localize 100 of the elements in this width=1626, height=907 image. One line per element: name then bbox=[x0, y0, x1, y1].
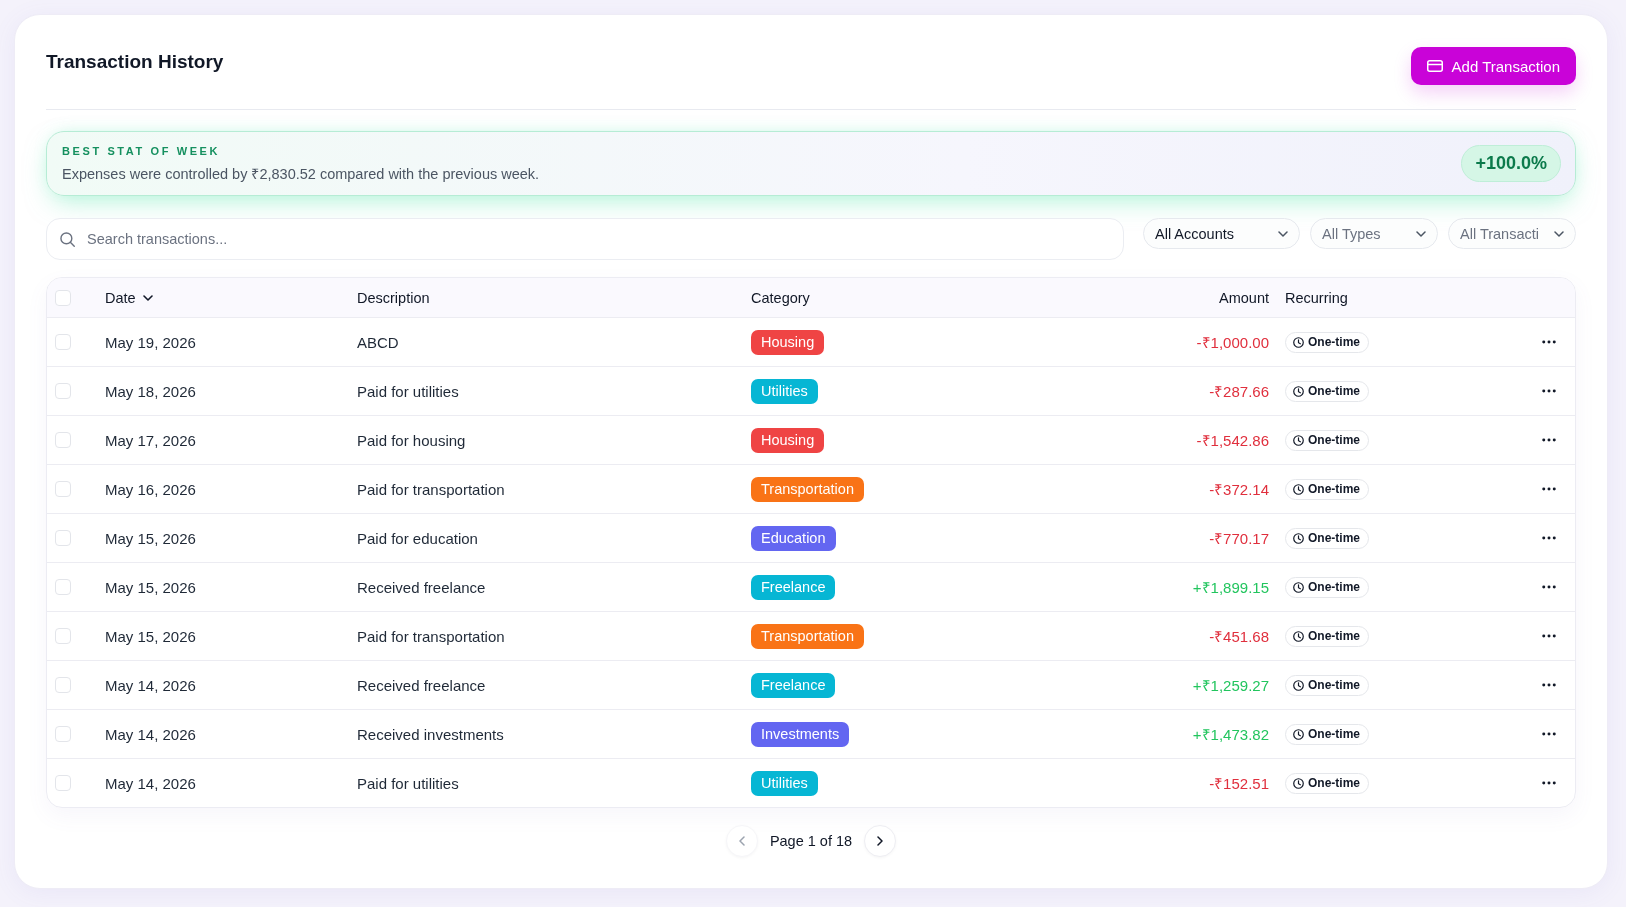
column-header[interactable]: Description bbox=[357, 289, 430, 306]
add-transaction-button[interactable]: Add Transaction bbox=[1410, 47, 1576, 85]
more-icon bbox=[1541, 634, 1556, 638]
more-icon bbox=[1541, 340, 1556, 344]
category-tag: Housing bbox=[751, 329, 825, 355]
date-text: May 14, 2026 bbox=[105, 774, 196, 792]
category-tag: Transportation bbox=[751, 623, 864, 649]
clock-icon bbox=[1293, 336, 1304, 348]
chevron-down-icon bbox=[1416, 230, 1426, 237]
description-text: Paid for housing bbox=[357, 431, 466, 449]
page-indicator: Page 1 of 18 bbox=[769, 833, 853, 849]
description-text: Paid for education bbox=[357, 529, 478, 547]
column-header[interactable]: Category bbox=[751, 289, 810, 306]
recurring-text: One-time bbox=[1308, 384, 1360, 398]
description-text: ABCD bbox=[357, 333, 399, 351]
next-page-button[interactable] bbox=[864, 825, 897, 857]
column-header[interactable]: Recurring bbox=[1285, 289, 1348, 306]
chevron-right-icon bbox=[877, 836, 884, 846]
amount-text: -₹770.17 bbox=[1209, 529, 1269, 548]
date-text: May 18, 2026 bbox=[105, 382, 196, 400]
description-text: Paid for utilities bbox=[357, 774, 459, 792]
amount-text: -₹1,000.00 bbox=[1196, 333, 1269, 352]
description-text: Paid for utilities bbox=[357, 382, 459, 400]
change-badge: +100.0% bbox=[1461, 145, 1561, 182]
more-icon bbox=[1541, 585, 1556, 589]
date-text: May 14, 2026 bbox=[105, 725, 196, 743]
clock-icon bbox=[1293, 532, 1304, 544]
clock-icon bbox=[1293, 434, 1304, 446]
row-checkbox[interactable] bbox=[55, 579, 71, 595]
amount-text: +₹1,899.15 bbox=[1192, 578, 1269, 597]
description-text: Paid for transportation bbox=[357, 627, 505, 645]
clock-icon bbox=[1293, 679, 1304, 691]
amount-text: -₹287.66 bbox=[1209, 382, 1269, 401]
amount-text: -₹152.51 bbox=[1209, 774, 1269, 793]
category-tag: Housing bbox=[751, 427, 825, 453]
row-checkbox[interactable] bbox=[55, 383, 71, 399]
column-header[interactable]: Amount bbox=[1219, 289, 1269, 306]
stat-label: BEST STAT OF WEEK bbox=[62, 144, 222, 158]
date-text: May 14, 2026 bbox=[105, 676, 196, 694]
amount-text: -₹451.68 bbox=[1209, 627, 1269, 646]
recurring-text: One-time bbox=[1308, 727, 1360, 741]
page-title: Transaction History bbox=[46, 50, 224, 74]
search-icon bbox=[60, 232, 75, 247]
chevron-down-icon bbox=[1554, 230, 1564, 237]
stat-message: Expenses were controlled by ₹2,830.52 compared with the previous week. bbox=[62, 164, 540, 183]
row-checkbox[interactable] bbox=[55, 677, 71, 693]
search-field[interactable]: Search transactions... bbox=[46, 218, 1124, 260]
date-text: May 15, 2026 bbox=[105, 627, 196, 645]
recurring-text: One-time bbox=[1308, 776, 1360, 790]
more-icon bbox=[1541, 487, 1556, 491]
recurring-text: One-time bbox=[1308, 482, 1360, 496]
amount-text: +₹1,259.27 bbox=[1192, 676, 1269, 695]
recurring-text: One-time bbox=[1308, 433, 1360, 447]
clock-icon bbox=[1293, 728, 1304, 740]
row-checkbox[interactable] bbox=[55, 775, 71, 791]
recurring-text: One-time bbox=[1308, 335, 1360, 349]
date-text: May 17, 2026 bbox=[105, 431, 196, 449]
recurring-text: One-time bbox=[1308, 629, 1360, 643]
row-checkbox[interactable] bbox=[55, 334, 71, 350]
date-text: May 16, 2026 bbox=[105, 480, 196, 498]
filter-dropdown[interactable]: All Transacti bbox=[1448, 218, 1576, 249]
amount-text: +₹1,473.82 bbox=[1192, 725, 1269, 744]
amount-text: -₹1,542.86 bbox=[1196, 431, 1269, 450]
more-icon bbox=[1541, 683, 1556, 687]
clock-icon bbox=[1293, 385, 1304, 397]
recurring-text: One-time bbox=[1308, 580, 1360, 594]
filter-dropdown[interactable]: All Accounts bbox=[1143, 218, 1300, 249]
card-icon bbox=[1426, 60, 1443, 72]
description-text: Received freelance bbox=[357, 578, 486, 596]
row-checkbox[interactable] bbox=[55, 726, 71, 742]
category-tag: Education bbox=[751, 525, 836, 551]
more-icon bbox=[1541, 389, 1556, 393]
row-checkbox[interactable] bbox=[55, 628, 71, 644]
recurring-text: One-time bbox=[1308, 531, 1360, 545]
description-text: Paid for transportation bbox=[357, 480, 505, 498]
more-icon bbox=[1541, 438, 1556, 442]
category-tag: Transportation bbox=[751, 476, 864, 502]
clock-icon bbox=[1293, 777, 1304, 789]
amount-text: -₹372.14 bbox=[1209, 480, 1269, 499]
chevron-down-icon bbox=[1278, 230, 1288, 237]
category-tag: Freelance bbox=[751, 672, 836, 698]
date-text: May 15, 2026 bbox=[105, 578, 196, 596]
clock-icon bbox=[1293, 630, 1304, 642]
more-icon bbox=[1541, 732, 1556, 736]
chevron-left-icon bbox=[738, 836, 745, 846]
row-checkbox[interactable] bbox=[55, 481, 71, 497]
filter-dropdown[interactable]: All Types bbox=[1310, 218, 1438, 249]
category-tag: Investments bbox=[751, 721, 850, 747]
row-checkbox[interactable] bbox=[55, 530, 71, 546]
category-tag: Utilities bbox=[751, 378, 818, 404]
more-icon bbox=[1541, 536, 1556, 540]
column-header[interactable]: Date bbox=[105, 289, 153, 306]
clock-icon bbox=[1293, 581, 1304, 593]
row-checkbox[interactable] bbox=[55, 432, 71, 448]
more-icon bbox=[1541, 781, 1556, 785]
clock-icon bbox=[1293, 483, 1304, 495]
chevron-down-icon bbox=[142, 294, 153, 301]
date-text: May 15, 2026 bbox=[105, 529, 196, 547]
category-tag: Utilities bbox=[751, 770, 818, 796]
select-all-checkbox[interactable] bbox=[55, 289, 71, 306]
